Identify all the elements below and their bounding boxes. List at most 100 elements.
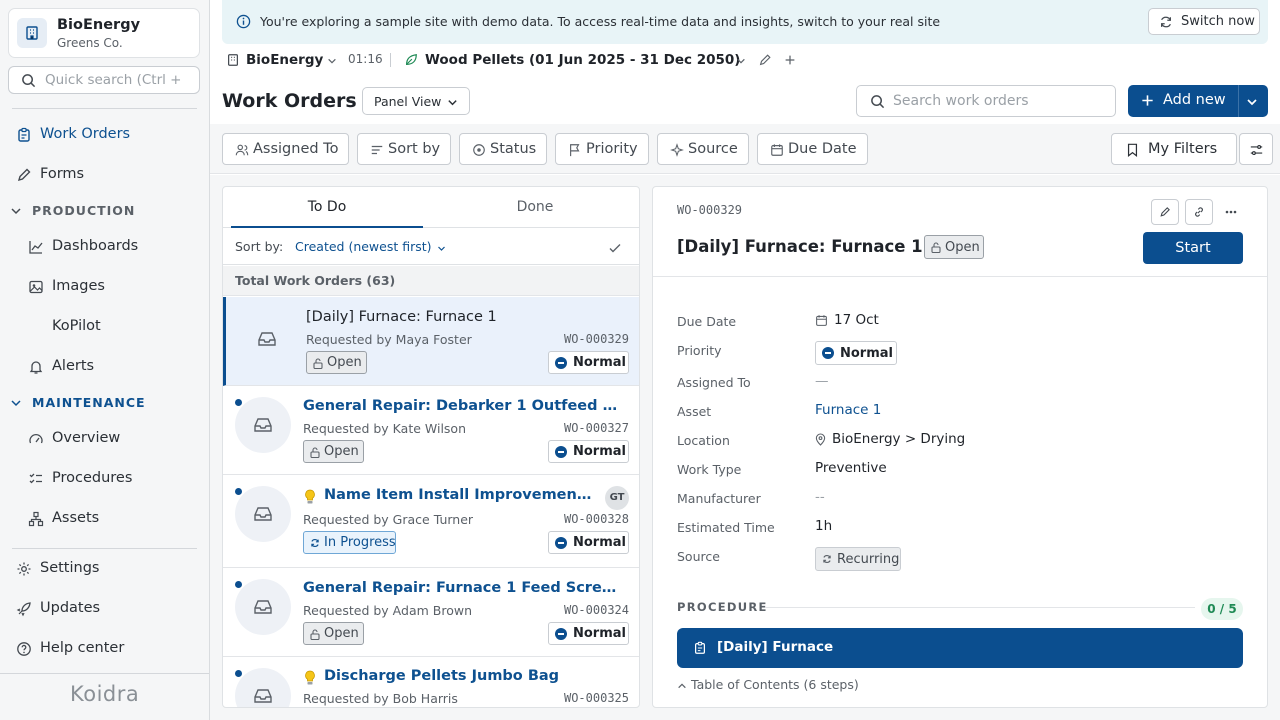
search-work-orders-input[interactable]: Search work orders bbox=[856, 85, 1116, 117]
refresh-icon bbox=[823, 555, 831, 563]
product-selector[interactable]: Wood Pellets (01 Jun 2025 - 31 Dec 2050) bbox=[425, 52, 740, 68]
chevron-down-icon[interactable] bbox=[1246, 96, 1258, 108]
filter-sort-by[interactable]: Sort by bbox=[357, 133, 451, 165]
edit-icon[interactable] bbox=[758, 53, 772, 67]
nav-label: Updates bbox=[40, 600, 101, 616]
nav-work-orders[interactable]: Work Orders bbox=[0, 118, 209, 152]
due-date-value[interactable]: 17 Oct bbox=[815, 312, 879, 328]
view-selector[interactable]: Panel View bbox=[362, 87, 470, 115]
edit-button[interactable] bbox=[1151, 199, 1179, 225]
chevron-down-icon[interactable] bbox=[437, 244, 446, 253]
add-new-button[interactable]: Add new bbox=[1128, 85, 1268, 117]
nav-help-center[interactable]: Help center bbox=[0, 632, 209, 666]
table-of-contents-toggle[interactable]: Table of Contents (6 steps) bbox=[677, 677, 859, 692]
help-circle-icon bbox=[17, 642, 31, 656]
list-item-title: Name Item Install Improvement; Equipment bbox=[324, 487, 596, 503]
location-text: BioEnergy > Drying bbox=[832, 431, 966, 447]
filter-source[interactable]: Source bbox=[657, 133, 749, 165]
brand-logo: Koidra bbox=[0, 673, 209, 720]
list-item-title: [Daily] Furnace: Furnace 1 bbox=[306, 309, 497, 325]
nav-assets[interactable]: Assets bbox=[0, 502, 209, 536]
total-label: Total Work Orders (63) bbox=[235, 273, 396, 288]
unread-dot bbox=[235, 670, 242, 677]
nav-overview[interactable]: Overview bbox=[0, 422, 209, 456]
org-switcher[interactable]: BioEnergy Greens Co. bbox=[8, 8, 200, 58]
priority-label: Normal bbox=[573, 444, 626, 459]
chevron-down-icon bbox=[11, 208, 21, 215]
switch-now-button[interactable]: Switch now bbox=[1148, 8, 1260, 35]
tab-done[interactable]: Done bbox=[439, 187, 631, 228]
quick-search-input[interactable]: Quick search (Ctrl + bbox=[8, 66, 200, 94]
sliders-icon bbox=[1250, 144, 1263, 156]
unread-dot bbox=[235, 488, 242, 495]
filter-assigned-to[interactable]: Assigned To bbox=[222, 133, 349, 165]
nav-label: Work Orders bbox=[40, 126, 131, 142]
priority-badge[interactable]: Normal bbox=[815, 341, 897, 365]
work-type-label: Work Type bbox=[677, 462, 742, 477]
refresh-icon bbox=[311, 539, 319, 547]
check-all-icon[interactable] bbox=[609, 243, 621, 253]
chevron-down-icon[interactable] bbox=[327, 56, 337, 66]
priority-normal-icon bbox=[822, 347, 834, 359]
nav-label: KoPilot bbox=[52, 318, 101, 334]
section-maintenance[interactable]: MAINTENANCE bbox=[0, 393, 209, 413]
filter-settings-button[interactable] bbox=[1239, 133, 1273, 165]
building-icon bbox=[228, 54, 238, 66]
calendar-icon bbox=[816, 314, 827, 326]
status-label: Open bbox=[324, 444, 359, 459]
sort-selector[interactable]: Created (newest first) bbox=[295, 239, 432, 254]
search-icon bbox=[22, 74, 36, 88]
filter-label: Status bbox=[490, 141, 537, 157]
nav-images[interactable]: Images bbox=[0, 270, 209, 304]
nav-procedures[interactable]: Procedures bbox=[0, 462, 209, 496]
site-selector[interactable]: BioEnergy bbox=[246, 52, 323, 68]
tab-to-do[interactable]: To Do bbox=[231, 187, 423, 228]
list-item-requester: Requested by Kate Wilson bbox=[303, 421, 466, 436]
more-horizontal-icon bbox=[1225, 210, 1237, 214]
unread-dot bbox=[235, 399, 242, 406]
divider bbox=[653, 276, 1267, 277]
clipboard-icon bbox=[695, 641, 705, 654]
bell-icon bbox=[29, 361, 43, 374]
procedure-card[interactable]: [Daily] Furnace bbox=[677, 628, 1243, 668]
copy-link-button[interactable] bbox=[1185, 199, 1213, 225]
list-item[interactable]: [Daily] Furnace: Furnace 1 Requested by … bbox=[223, 297, 639, 386]
nav-kopilot[interactable]: KoPilot bbox=[0, 310, 209, 344]
start-button[interactable]: Start bbox=[1143, 232, 1243, 264]
nav-forms[interactable]: Forms bbox=[0, 158, 209, 192]
clock-time: 01:16 bbox=[348, 52, 383, 66]
filter-status[interactable]: Status bbox=[459, 133, 547, 165]
work-order-id: WO-000329 bbox=[677, 203, 743, 217]
list-item[interactable]: Discharge Pellets Jumbo Bag Requested by… bbox=[223, 658, 639, 707]
banner-text: You're exploring a sample site with demo… bbox=[260, 14, 941, 29]
filter-priority[interactable]: Priority bbox=[555, 133, 649, 165]
nav-label: Assets bbox=[52, 510, 100, 526]
filter-label: Due Date bbox=[788, 141, 857, 157]
nav-dashboards[interactable]: Dashboards bbox=[0, 230, 209, 264]
section-production[interactable]: PRODUCTION bbox=[0, 201, 209, 221]
location-value: BioEnergy > Drying bbox=[815, 431, 965, 447]
list-item[interactable]: General Repair: Debarker 1 Outfeed Conve… bbox=[223, 387, 639, 475]
lightbulb-icon bbox=[305, 489, 315, 504]
more-options-button[interactable] bbox=[1217, 199, 1245, 225]
info-icon bbox=[236, 14, 251, 29]
nav-updates[interactable]: Updates bbox=[0, 592, 209, 626]
rocket-icon bbox=[16, 602, 31, 617]
plus-icon[interactable] bbox=[783, 53, 797, 67]
my-filters-button[interactable]: My Filters bbox=[1111, 133, 1237, 165]
flag-icon bbox=[570, 144, 580, 157]
inbox-icon bbox=[235, 668, 291, 707]
nav-settings[interactable]: Settings bbox=[0, 552, 209, 586]
filter-bar: Assigned To Sort by Status Priority Sour… bbox=[210, 124, 1280, 174]
assigned-to-value[interactable]: — bbox=[815, 373, 829, 389]
list-item[interactable]: Name Item Install Improvement; Equipment… bbox=[223, 476, 639, 568]
filter-due-date[interactable]: Due Date bbox=[757, 133, 868, 165]
context-bar: BioEnergy 01:16 Wood Pellets (01 Jun 202… bbox=[222, 48, 822, 72]
list-item[interactable]: General Repair: Furnace 1 Feed Screw Dri… bbox=[223, 569, 639, 657]
users-icon bbox=[235, 144, 249, 156]
nav-alerts[interactable]: Alerts bbox=[0, 350, 209, 384]
hierarchy-icon bbox=[28, 511, 44, 527]
asset-link[interactable]: Furnace 1 bbox=[815, 402, 881, 418]
chevron-down-icon[interactable] bbox=[736, 56, 746, 66]
filter-label: Assigned To bbox=[253, 141, 339, 157]
